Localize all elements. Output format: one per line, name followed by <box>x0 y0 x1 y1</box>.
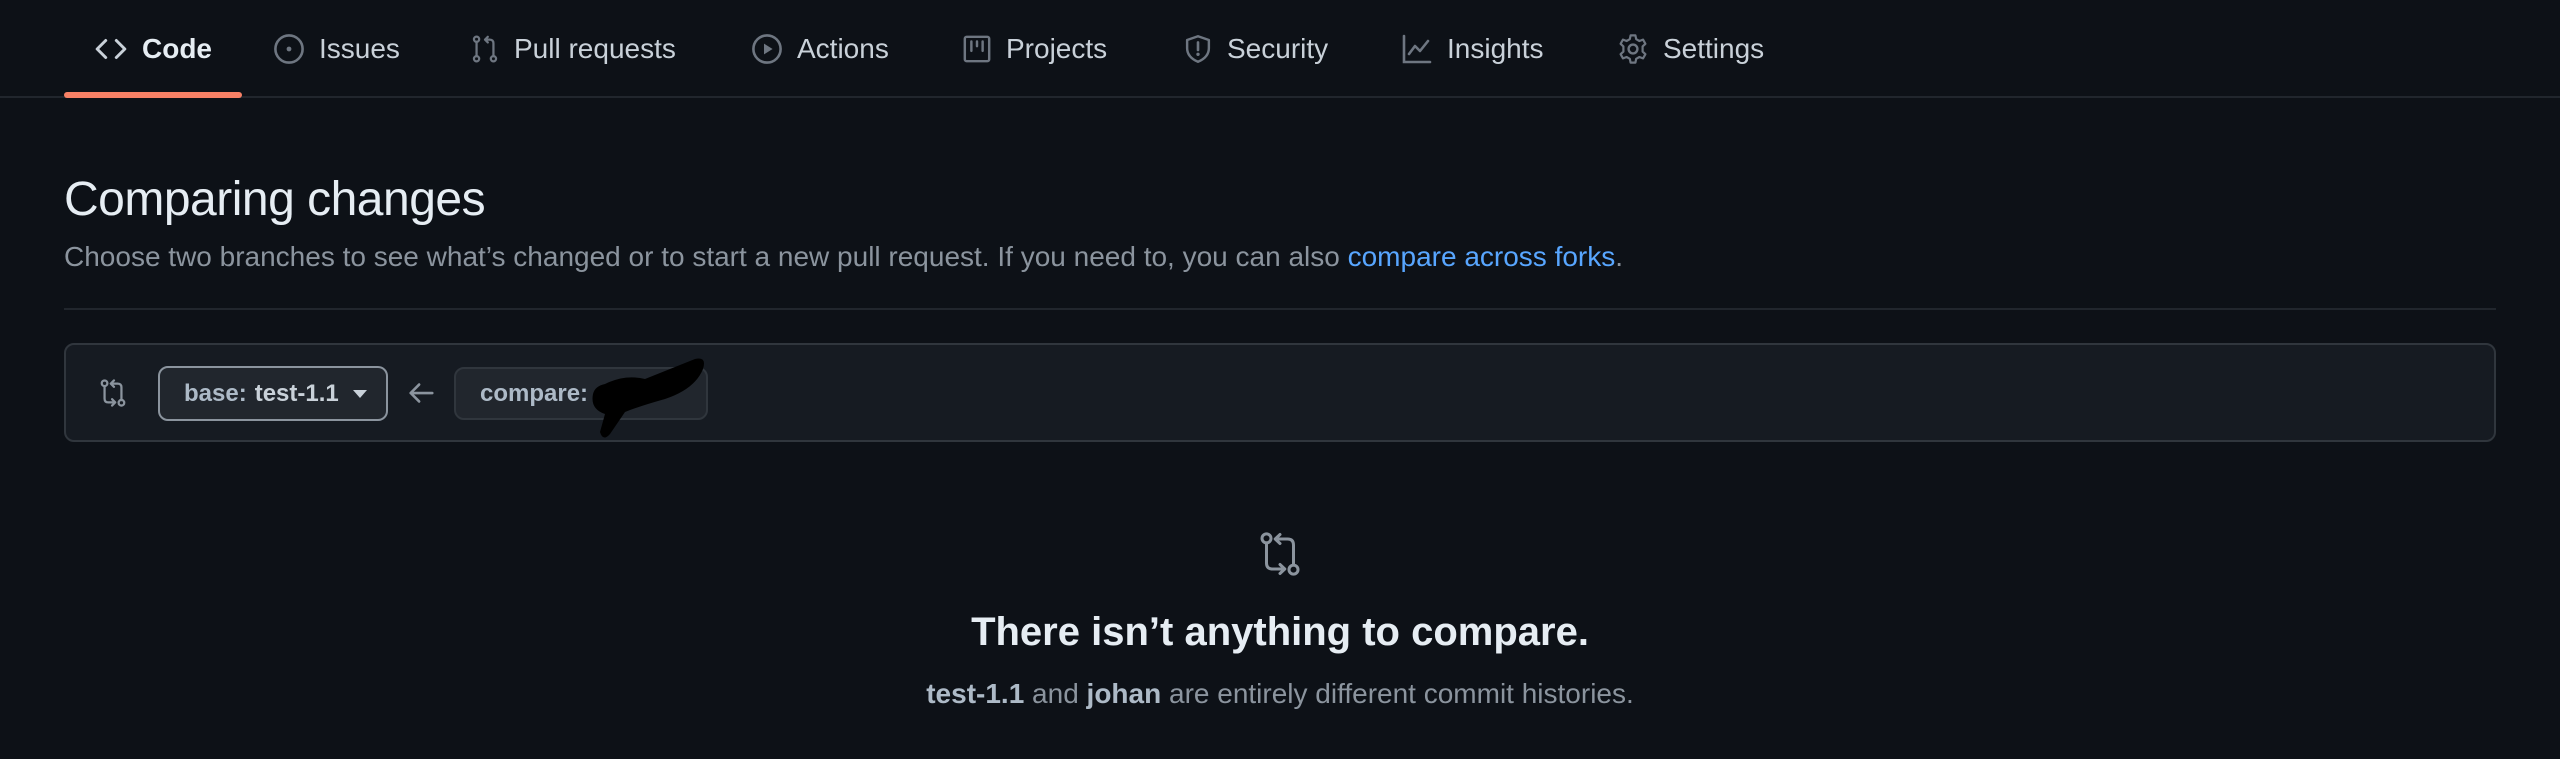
page-title: Comparing changes <box>64 173 486 226</box>
blankslate-description: test-1.1 and johan are entirely differen… <box>0 678 2560 710</box>
description-text: Choose two branches to see what’s change… <box>64 241 1348 272</box>
graph-icon <box>1402 34 1432 64</box>
base-branch-select[interactable]: base: test-1.1 <box>158 366 388 421</box>
desc-rest: are entirely different commit histories. <box>1161 678 1634 709</box>
tab-security[interactable]: Security <box>1183 0 1328 98</box>
redaction-scribble <box>592 358 704 438</box>
tab-issues[interactable]: Issues <box>273 0 400 98</box>
range-editor: base: test-1.1 compare: <box>64 343 2496 442</box>
repo-nav: Code Issues Pull requests Actions Projec… <box>0 0 2560 98</box>
compare-prefix: compare: <box>480 379 589 407</box>
tab-pull-requests[interactable]: Pull requests <box>470 0 676 98</box>
base-branch-name: test-1.1 <box>254 379 339 407</box>
description-end: . <box>1615 241 1624 272</box>
project-icon <box>963 35 991 63</box>
branch-a-name: test-1.1 <box>926 678 1025 709</box>
tab-insights[interactable]: Insights <box>1401 0 1544 98</box>
tab-label: Code <box>142 33 212 64</box>
tab-settings[interactable]: Settings <box>1617 0 1764 98</box>
blankslate-title: There isn’t anything to compare. <box>971 610 1589 654</box>
git-pull-request-icon <box>472 35 498 63</box>
code-icon <box>95 39 127 59</box>
base-prefix: base: <box>184 379 247 407</box>
branch-b-name: johan <box>1086 678 1162 709</box>
blankslate <box>0 530 2560 583</box>
compare-across-forks-link[interactable]: compare across forks <box>1348 241 1616 272</box>
tab-code[interactable]: Code <box>94 0 212 98</box>
tab-label: Actions <box>797 33 889 64</box>
active-tab-indicator <box>64 92 242 98</box>
shield-icon <box>1185 35 1211 63</box>
page-description: Choose two branches to see what’s change… <box>64 241 1623 273</box>
tab-label: Issues <box>319 33 400 64</box>
tab-label: Projects <box>1006 33 1108 64</box>
tab-label: Settings <box>1663 33 1765 64</box>
triangle-down-icon <box>352 389 367 398</box>
play-icon <box>752 34 782 64</box>
tab-label: Insights <box>1447 33 1544 64</box>
divider <box>64 308 2496 310</box>
git-compare-icon <box>1260 532 1300 576</box>
git-compare-icon <box>100 379 126 407</box>
issue-opened-icon <box>274 34 304 64</box>
arrow-left-icon <box>409 383 434 403</box>
tab-actions[interactable]: Actions <box>751 0 889 98</box>
tab-projects[interactable]: Projects <box>962 0 1107 98</box>
tab-label: Pull requests <box>514 33 676 64</box>
gear-icon <box>1619 34 1647 64</box>
tab-label: Security <box>1227 33 1329 64</box>
desc-and: and <box>1024 678 1087 709</box>
